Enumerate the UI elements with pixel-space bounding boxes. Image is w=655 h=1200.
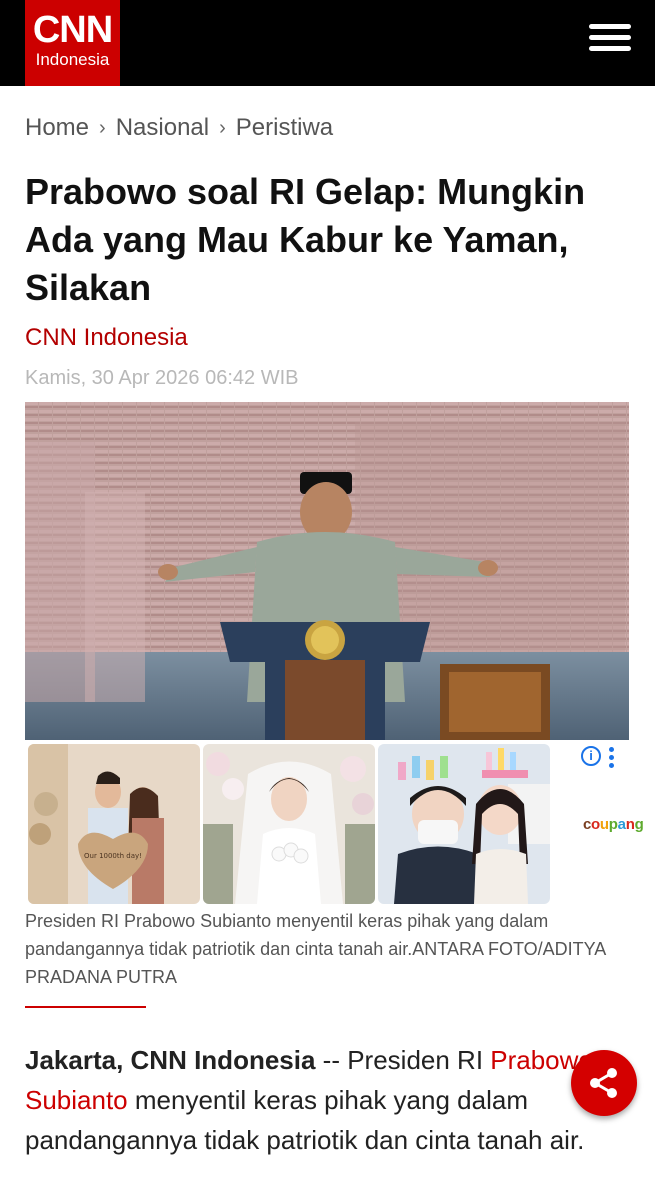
article-date: Kamis, 30 Apr 2026 06:42 WIB xyxy=(25,367,299,389)
article-lead: Jakarta, CNN Indonesia -- Presiden RI Pr… xyxy=(25,1040,630,1160)
coupang-letter: n xyxy=(625,816,635,833)
photo-caption: Presiden RI Prabowo Subianto menyentil k… xyxy=(25,911,606,987)
hero-photo xyxy=(25,402,629,740)
site-header: CNN Indonesia xyxy=(0,0,655,86)
hamburger-menu-icon[interactable] xyxy=(589,24,631,56)
breadcrumb: Home › Nasional › Peristiwa xyxy=(25,114,333,142)
ad-image-couple: Our 1000th day! xyxy=(28,744,200,904)
breadcrumb-peristiwa[interactable]: Peristiwa xyxy=(236,114,333,142)
share-icon xyxy=(590,1068,617,1098)
breadcrumb-separator: › xyxy=(219,116,226,139)
breadcrumb-separator: › xyxy=(99,116,106,139)
ad-strip[interactable]: Our 1000th day! i coupang xyxy=(25,742,644,906)
lead-dash: -- Presiden RI xyxy=(315,1045,491,1075)
coupang-letter: p xyxy=(608,816,618,833)
logo-subtext: Indonesia xyxy=(35,50,110,69)
coupang-letter: a xyxy=(617,816,626,833)
ad-info-panel: i coupang xyxy=(579,744,644,904)
article-author[interactable]: CNN Indonesia xyxy=(25,324,188,352)
cnn-indonesia-logo[interactable]: CNN Indonesia xyxy=(25,0,120,86)
logo-text: CNN xyxy=(32,9,113,51)
coupang-letter: g xyxy=(634,816,644,833)
red-divider xyxy=(25,1006,146,1008)
breadcrumb-home[interactable]: Home xyxy=(25,114,89,142)
ad-thumbnail-couple-balloon[interactable]: Our 1000th day! xyxy=(28,744,200,904)
share-button[interactable] xyxy=(571,1050,637,1116)
coupang-letter: c xyxy=(583,816,592,833)
article-title: Prabowo soal RI Gelap: Mungkin Ada yang … xyxy=(25,171,586,308)
coupang-logo[interactable]: coupang xyxy=(583,816,644,833)
ad-image-bride xyxy=(203,744,375,904)
lead-dateline: Jakarta, CNN Indonesia xyxy=(25,1045,316,1075)
ad-thumbnail-bride[interactable] xyxy=(203,744,375,904)
breadcrumb-nasional[interactable]: Nasional xyxy=(116,114,209,142)
coupang-letter: o xyxy=(591,816,600,833)
hero-illustration xyxy=(25,402,629,740)
balloon-text: Our 1000th day! xyxy=(84,852,142,860)
ad-image-birthday xyxy=(378,744,550,904)
info-icon[interactable]: i xyxy=(581,746,601,766)
coupang-letter: u xyxy=(599,816,609,833)
vertical-dots-icon[interactable] xyxy=(609,747,615,771)
ad-thumbnail-birthday-couple[interactable] xyxy=(378,744,550,904)
